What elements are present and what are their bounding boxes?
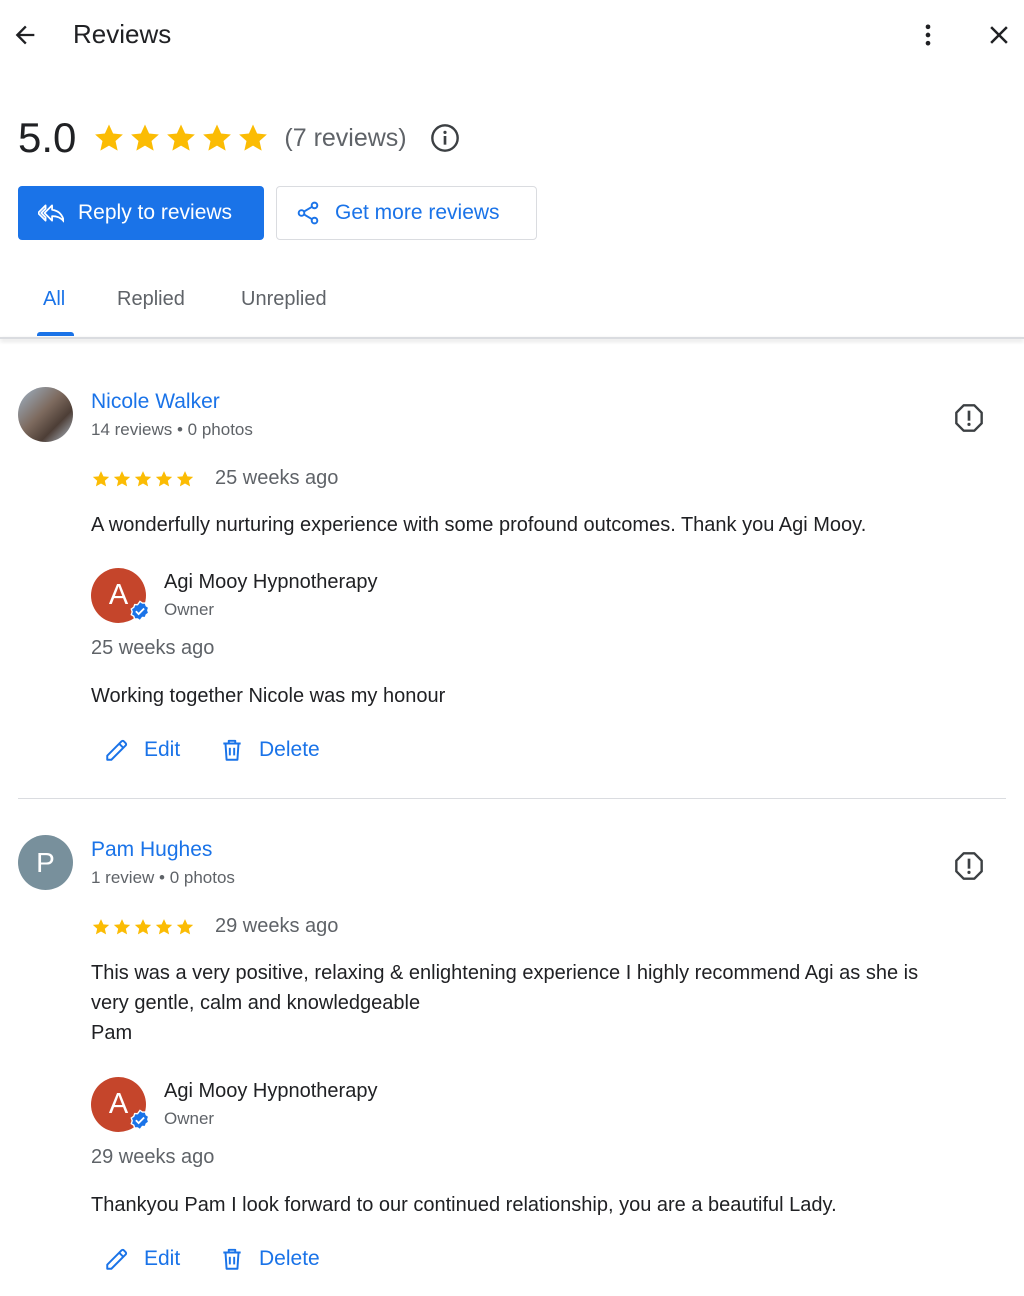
review-date: 25 weeks ago bbox=[215, 467, 339, 489]
reviewer-initial: P bbox=[36, 846, 55, 878]
tabs-divider bbox=[0, 337, 1024, 339]
edit-label: Edit bbox=[144, 738, 181, 761]
star-icon bbox=[95, 124, 124, 151]
reviewer-name[interactable]: Nicole Walker bbox=[91, 390, 220, 414]
trash-icon bbox=[223, 1248, 241, 1270]
close-button[interactable] bbox=[982, 18, 1016, 52]
edit-reply-button[interactable]: Edit bbox=[104, 1246, 180, 1272]
reply-to-reviews-label: Reply to reviews bbox=[78, 201, 233, 224]
page-title: Reviews bbox=[73, 19, 172, 49]
owner-role: Owner bbox=[164, 600, 215, 619]
report-icon bbox=[955, 852, 983, 880]
review-date: 29 weeks ago bbox=[215, 915, 339, 937]
more-vert-icon bbox=[925, 24, 931, 46]
star-icon bbox=[113, 471, 131, 487]
review-stars bbox=[91, 469, 195, 489]
star-icon bbox=[131, 124, 160, 151]
reviewer-avatar[interactable] bbox=[18, 387, 73, 442]
review-text: This was a very positive, relaxing & enl… bbox=[91, 962, 919, 1044]
review-filter-tabs: All Replied Unreplied bbox=[0, 270, 1024, 338]
star-icon bbox=[134, 919, 152, 935]
trash-icon bbox=[223, 739, 241, 761]
star-icon bbox=[155, 919, 173, 935]
rating-stars bbox=[92, 121, 270, 155]
star-icon bbox=[134, 471, 152, 487]
delete-reply-button[interactable]: Delete bbox=[219, 737, 320, 763]
star-icon bbox=[176, 471, 194, 487]
arrow-left-icon bbox=[15, 25, 35, 45]
owner-initial: A bbox=[108, 579, 129, 611]
reply-all-icon bbox=[38, 204, 64, 223]
pencil-icon bbox=[106, 739, 128, 761]
pencil-icon bbox=[106, 1248, 128, 1270]
owner-initial: A bbox=[108, 1088, 129, 1120]
report-review-button[interactable] bbox=[952, 849, 986, 883]
delete-label: Delete bbox=[259, 1247, 320, 1270]
back-button[interactable] bbox=[8, 18, 42, 52]
star-icon bbox=[167, 124, 196, 151]
delete-reply-button[interactable]: Delete bbox=[219, 1246, 320, 1272]
review-text: A wonderfully nurturing experience with … bbox=[91, 514, 867, 536]
review-divider bbox=[18, 798, 1006, 799]
report-icon bbox=[955, 404, 983, 432]
star-icon bbox=[203, 124, 232, 151]
edit-label: Edit bbox=[144, 1247, 181, 1270]
owner-role: Owner bbox=[164, 1109, 215, 1128]
edit-reply-button[interactable]: Edit bbox=[104, 737, 180, 763]
get-more-reviews-button[interactable]: Get more reviews bbox=[276, 186, 537, 240]
average-rating: 5.0 bbox=[18, 114, 77, 161]
reply-text: Working together Nicole was my honour bbox=[91, 685, 446, 707]
top-bar: Reviews bbox=[0, 0, 1024, 70]
verified-icon bbox=[130, 1109, 150, 1131]
reply-date: 29 weeks ago bbox=[91, 1146, 215, 1168]
active-tab-indicator bbox=[37, 332, 74, 336]
reviewer-meta: 1 review • 0 photos bbox=[91, 868, 235, 887]
reviewer-meta: 14 reviews • 0 photos bbox=[91, 420, 253, 439]
reviewer-avatar[interactable]: P bbox=[18, 835, 73, 890]
star-icon bbox=[92, 471, 110, 487]
star-icon bbox=[155, 471, 173, 487]
star-icon bbox=[239, 124, 268, 151]
reply-to-reviews-button[interactable]: Reply to reviews bbox=[18, 186, 264, 240]
owner-name: Agi Mooy Hypnotherapy bbox=[164, 1080, 378, 1102]
star-icon bbox=[92, 919, 110, 935]
review-count: (7 reviews) bbox=[284, 123, 407, 152]
star-icon bbox=[176, 919, 194, 935]
owner-name: Agi Mooy Hypnotherapy bbox=[164, 571, 378, 593]
tab-replied[interactable]: Replied bbox=[117, 288, 185, 311]
info-icon[interactable] bbox=[429, 122, 461, 154]
more-options-button[interactable] bbox=[912, 18, 944, 52]
delete-label: Delete bbox=[259, 738, 320, 761]
verified-icon bbox=[130, 600, 150, 622]
share-icon bbox=[297, 201, 319, 225]
tab-all[interactable]: All bbox=[43, 288, 65, 311]
get-more-reviews-label: Get more reviews bbox=[335, 201, 500, 224]
tab-unreplied[interactable]: Unreplied bbox=[241, 288, 327, 311]
reply-text: Thankyou Pam I look forward to our conti… bbox=[91, 1194, 837, 1216]
reply-date: 25 weeks ago bbox=[91, 637, 215, 659]
rating-summary: 5.0 (7 reviews) bbox=[18, 112, 461, 164]
close-icon bbox=[990, 26, 1008, 44]
review-stars bbox=[91, 917, 195, 937]
star-icon bbox=[113, 919, 131, 935]
reviewer-name[interactable]: Pam Hughes bbox=[91, 838, 212, 862]
report-review-button[interactable] bbox=[952, 401, 986, 435]
